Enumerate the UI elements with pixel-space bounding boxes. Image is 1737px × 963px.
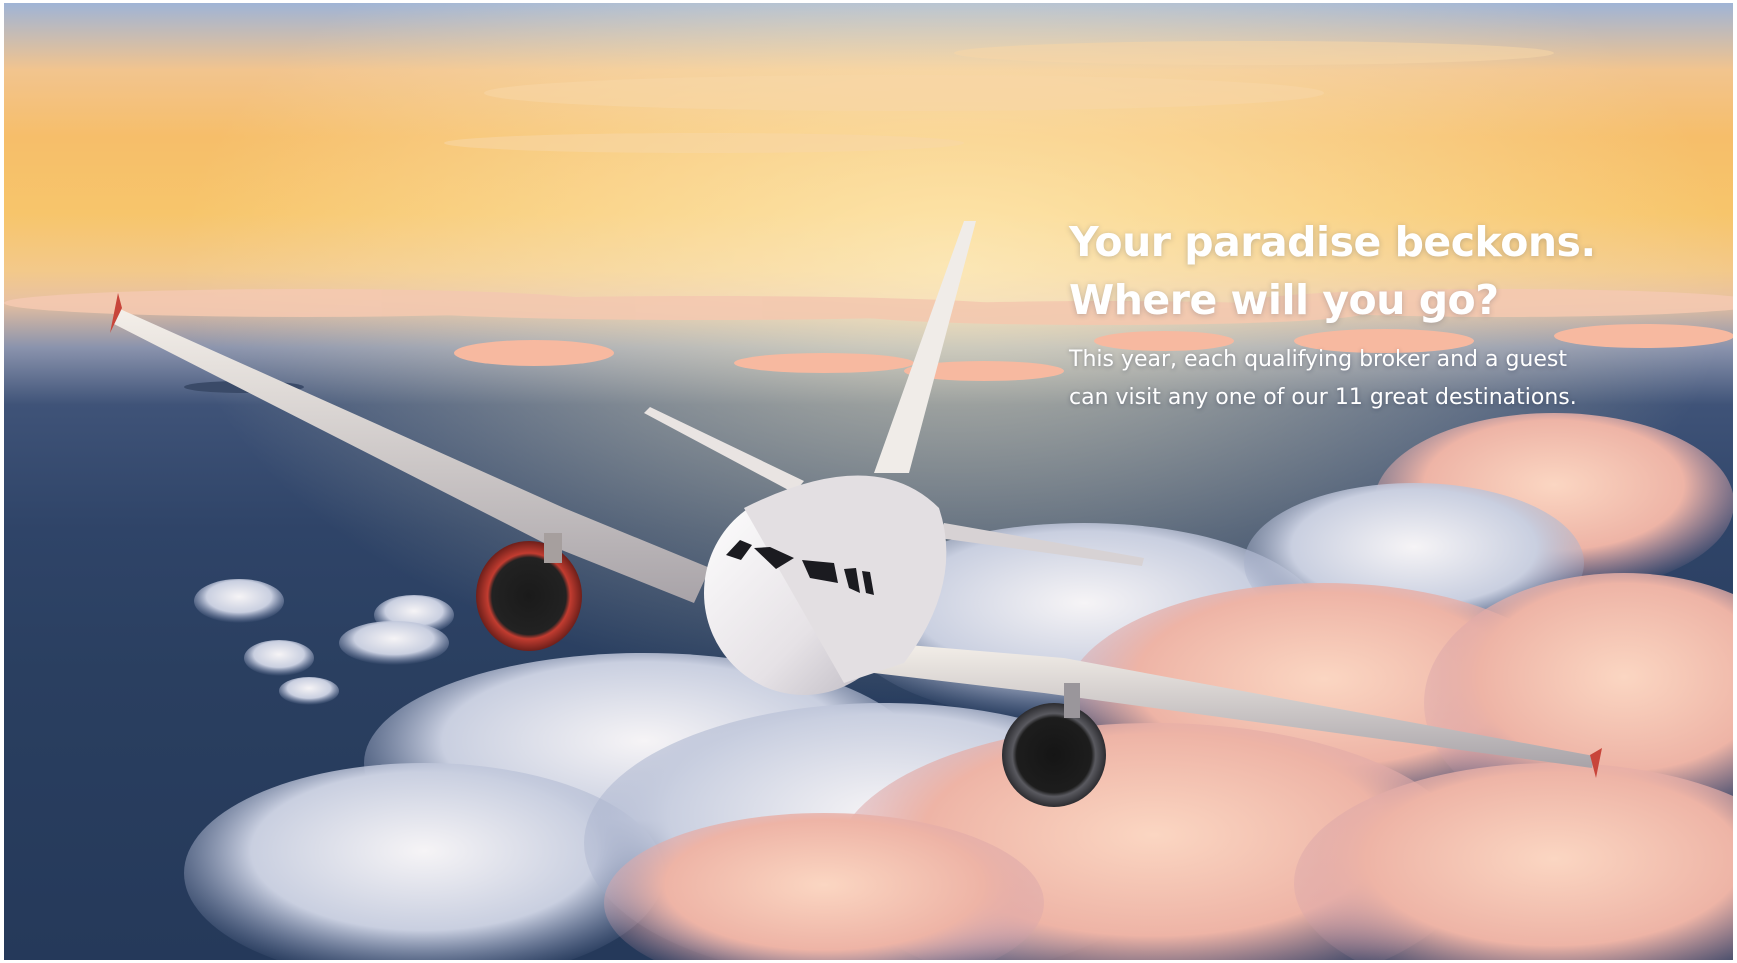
airplane-over-clouds-photo	[4, 3, 1733, 960]
hero-description: This year, each qualifying broker and a …	[1069, 341, 1689, 417]
headline-line-2: Where will you go?	[1069, 276, 1499, 324]
description-line-1: This year, each qualifying broker and a …	[1069, 347, 1567, 372]
hero-banner: Your paradise beckons. Where will you go…	[4, 3, 1733, 960]
hero-copy: Your paradise beckons. Where will you go…	[1069, 213, 1689, 417]
headline-line-1: Your paradise beckons.	[1069, 218, 1596, 266]
hero-headline: Your paradise beckons. Where will you go…	[1069, 213, 1689, 329]
description-line-2: can visit any one of our 11 great destin…	[1069, 385, 1577, 410]
